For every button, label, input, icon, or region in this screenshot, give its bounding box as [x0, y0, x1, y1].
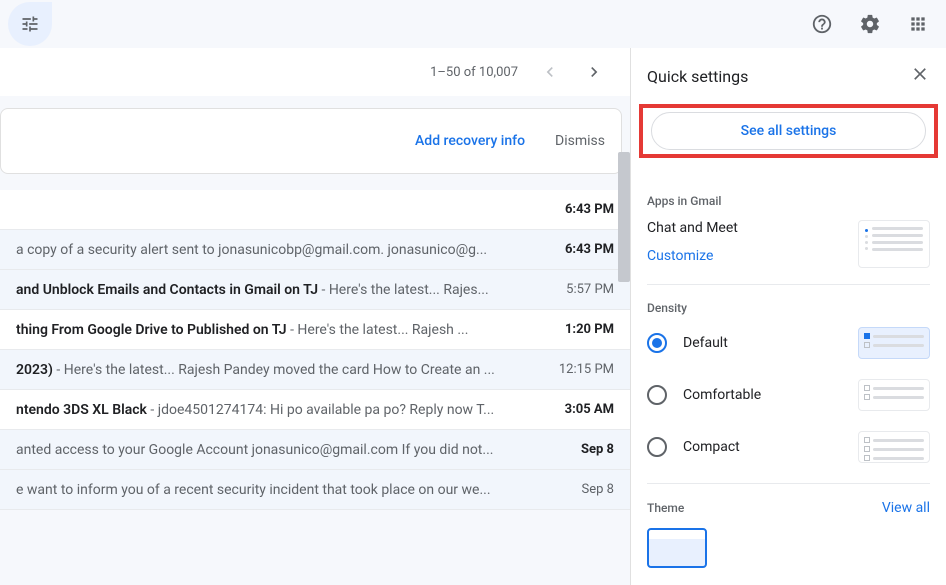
radio-button[interactable]	[647, 385, 667, 405]
page-info: 1–50 of 10,007	[430, 65, 518, 80]
mail-row[interactable]: anted access to your Google Account jona…	[0, 430, 630, 470]
see-all-highlight: See all settings	[639, 104, 938, 158]
apps-text-block: Chat and Meet Customize	[647, 220, 738, 264]
density-preview-thumb	[858, 327, 930, 359]
quick-settings-panel: Quick settings See all settings Apps in …	[630, 48, 946, 585]
mail-row[interactable]: 2023) - Here's the latest... Rajesh Pand…	[0, 350, 630, 390]
customize-link[interactable]: Customize	[647, 248, 738, 264]
chat-meet-label: Chat and Meet	[647, 220, 738, 236]
density-label: Default	[683, 335, 728, 351]
mail-subject: ntendo 3DS XL Black - jdoe4501274174: Hi…	[16, 402, 549, 418]
apps-section-title: Apps in Gmail	[647, 194, 930, 208]
header-right	[802, 4, 938, 44]
density-label: Compact	[683, 439, 740, 455]
density-option[interactable]: Compact	[647, 431, 930, 463]
qs-title: Quick settings	[647, 67, 748, 86]
see-all-settings-button[interactable]: See all settings	[651, 112, 926, 150]
qs-header: Quick settings	[647, 64, 930, 88]
mail-time: 6:43 PM	[565, 202, 614, 217]
apps-preview-thumb	[858, 220, 930, 268]
add-recovery-link[interactable]: Add recovery info	[415, 133, 525, 149]
density-section-title: Density	[647, 301, 930, 315]
mail-time: Sep 8	[582, 482, 614, 497]
top-header	[0, 0, 946, 48]
gear-icon[interactable]	[850, 4, 890, 44]
mail-row[interactable]: 6:43 PM	[0, 190, 630, 230]
mail-subject: anted access to your Google Account jona…	[16, 442, 565, 458]
mail-row[interactable]: thing From Google Drive to Published on …	[0, 310, 630, 350]
theme-thumbnail[interactable]	[647, 528, 707, 568]
mail-subject: e want to inform you of a recent securit…	[16, 482, 566, 498]
pagination-bar: 1–50 of 10,007	[0, 48, 630, 96]
view-all-link[interactable]: View all	[882, 500, 930, 516]
recovery-banner: Add recovery info Dismiss	[0, 108, 622, 174]
density-label: Comfortable	[683, 387, 761, 403]
mail-time: 1:20 PM	[565, 322, 614, 337]
density-section: Density Default Comfortable Compact	[647, 285, 930, 484]
mail-subject: and Unblock Emails and Contacts in Gmail…	[16, 282, 550, 298]
density-option[interactable]: Default	[647, 327, 930, 359]
dismiss-button[interactable]: Dismiss	[555, 133, 605, 149]
radio-button[interactable]	[647, 333, 667, 353]
radio-button[interactable]	[647, 437, 667, 457]
mail-subject: thing From Google Drive to Published on …	[16, 322, 549, 338]
help-icon[interactable]	[802, 4, 842, 44]
density-preview-thumb	[858, 379, 930, 411]
close-icon[interactable]	[910, 64, 930, 88]
prev-page-button[interactable]	[530, 52, 570, 92]
theme-section: Theme View all	[647, 484, 930, 568]
next-page-button[interactable]	[574, 52, 614, 92]
density-preview-thumb	[858, 431, 930, 463]
apps-section: Apps in Gmail Chat and Meet Customize	[647, 178, 930, 285]
header-left	[8, 2, 52, 46]
mail-time: 6:43 PM	[565, 242, 614, 257]
mail-time: 12:15 PM	[559, 362, 614, 377]
mail-time: 5:57 PM	[566, 282, 614, 297]
density-option[interactable]: Comfortable	[647, 379, 930, 411]
mail-time: 3:05 AM	[565, 402, 614, 417]
mail-subject: 2023) - Here's the latest... Rajesh Pand…	[16, 362, 543, 378]
mail-subject: a copy of a security alert sent to jonas…	[16, 242, 549, 258]
mail-time: Sep 8	[581, 442, 614, 457]
theme-header: Theme View all	[647, 500, 930, 516]
mail-row[interactable]: and Unblock Emails and Contacts in Gmail…	[0, 270, 630, 310]
mail-row[interactable]: ntendo 3DS XL Black - jdoe4501274174: Hi…	[0, 390, 630, 430]
scrollbar-thumb[interactable]	[618, 152, 630, 282]
mail-list: 6:43 PM a copy of a security alert sent t…	[0, 190, 630, 510]
mail-row[interactable]: e want to inform you of a recent securit…	[0, 470, 630, 510]
content-area: 1–50 of 10,007 Add recovery info Dismiss…	[0, 48, 946, 585]
mail-area: 1–50 of 10,007 Add recovery info Dismiss…	[0, 48, 630, 585]
theme-section-title: Theme	[647, 501, 684, 515]
apps-row: Chat and Meet Customize	[647, 220, 930, 268]
mail-row[interactable]: a copy of a security alert sent to jonas…	[0, 230, 630, 270]
apps-grid-icon[interactable]	[898, 4, 938, 44]
filter-button[interactable]	[8, 2, 52, 46]
